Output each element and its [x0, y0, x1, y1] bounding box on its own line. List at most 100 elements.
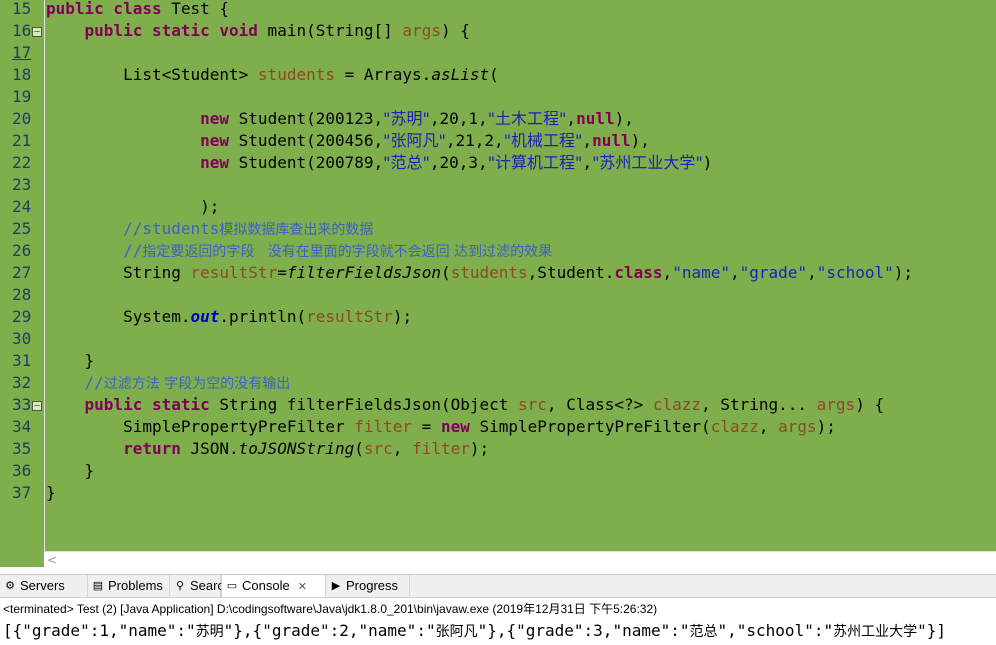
line-number: 16	[12, 21, 32, 40]
code-token: //	[123, 241, 143, 260]
code-editor[interactable]: 15public class Test {16 public static vo…	[0, 0, 996, 551]
code-line[interactable]: 37}	[0, 482, 996, 504]
code-token: "苏明"	[383, 109, 430, 128]
code-line[interactable]: 28	[0, 284, 996, 306]
code-line[interactable]: 24 );	[0, 196, 996, 218]
code-token: ) {	[440, 21, 470, 40]
code-token: toJSONString	[238, 439, 355, 458]
code-token: filterFieldsJson	[286, 263, 441, 282]
code-token: , String...	[701, 395, 817, 414]
code-line[interactable]: 25 //students模拟数据库查出来的数据	[0, 218, 996, 240]
code-token: System.	[46, 307, 191, 326]
code-token: new	[200, 131, 230, 150]
code-token: "张阿凡"	[383, 131, 446, 150]
code-line[interactable]: 22 new Student(200789,"范总",20,3,"计算机工程",…	[0, 152, 996, 174]
code-token: students	[257, 65, 335, 84]
code-line[interactable]: 19	[0, 86, 996, 108]
code-text: public static String filterFieldsJson(Ob…	[46, 394, 885, 416]
fold-collapse-icon[interactable]	[32, 401, 42, 411]
code-token: ,	[807, 263, 817, 282]
code-token: JSON.	[180, 439, 239, 458]
code-text: String resultStr=filterFieldsJson(studen…	[46, 262, 913, 284]
code-token: ,	[582, 131, 593, 150]
console-output[interactable]: [{"grade":1,"name":"苏明"},{"grade":2,"nam…	[3, 620, 946, 642]
servers-icon: ⚙	[5, 580, 15, 592]
code-line[interactable]: 32 //过滤方法 字段为空的没有输出	[0, 372, 996, 394]
code-token: List<Student>	[46, 65, 258, 84]
code-text: List<Student> students = Arrays.asList(	[46, 64, 499, 86]
tab-console[interactable]: ▭ Console ✕	[221, 575, 326, 597]
scroll-left-icon[interactable]: <	[46, 552, 58, 568]
code-token: Student(200123,	[229, 109, 384, 128]
code-line[interactable]: 15 public class Test {	[0, 0, 996, 20]
code-line[interactable]: 17	[0, 42, 996, 64]
line-number: 15	[12, 0, 32, 18]
code-text: return JSON.toJSONString(src, filter);	[46, 438, 489, 460]
code-token: ,	[582, 153, 593, 172]
code-token: String	[46, 263, 191, 282]
code-token: new	[200, 153, 230, 172]
code-line[interactable]: 33 public static String filterFieldsJson…	[0, 394, 996, 416]
code-token: );	[893, 263, 914, 282]
code-line[interactable]: 26 //指定要返回的字段 没有在里面的字段就不会返回 达到过滤的效果	[0, 240, 996, 262]
code-token: public static	[84, 395, 210, 414]
line-number: 25	[12, 219, 32, 238]
code-line[interactable]: 16 public static void main(String[] args…	[0, 20, 996, 42]
tab-search[interactable]: ⚲ Search	[170, 575, 231, 597]
code-token: args	[402, 21, 441, 40]
code-text: System.out.println(resultStr);	[46, 306, 412, 328]
line-number: 18	[12, 65, 32, 84]
line-number: 31	[12, 351, 32, 370]
ruler-bottom	[0, 551, 44, 567]
code-token: ,	[758, 417, 779, 436]
line-number: 24	[12, 197, 32, 216]
code-token: students	[450, 263, 528, 282]
code-token: resultStr	[190, 263, 278, 282]
line-number: 19	[12, 87, 32, 106]
code-line[interactable]: 36 }	[0, 460, 996, 482]
code-token: ,	[392, 439, 413, 458]
line-number: 21	[12, 131, 32, 150]
code-token: .println(	[219, 307, 307, 326]
horizontal-scrollbar[interactable]: <	[44, 551, 996, 568]
code-line[interactable]: 23	[0, 174, 996, 196]
code-token: new	[440, 417, 470, 436]
code-token: ,Student.	[527, 263, 615, 282]
code-text: //指定要返回的字段 没有在里面的字段就不会返回 达到过滤的效果	[46, 240, 552, 263]
code-line[interactable]: 29 System.out.println(resultStr);	[0, 306, 996, 328]
code-token: null	[576, 109, 615, 128]
line-number: 34	[12, 417, 32, 436]
code-line[interactable]: 35 return JSON.toJSONString(src, filter)…	[0, 438, 996, 460]
fold-collapse-icon[interactable]	[32, 27, 42, 37]
code-token: "土木工程"	[487, 109, 567, 128]
code-token: src	[518, 395, 547, 414]
code-token: "grade"	[739, 263, 808, 282]
code-line[interactable]: 34 SimplePropertyPreFilter filter = new …	[0, 416, 996, 438]
tab-servers[interactable]: ⚙ Servers	[0, 575, 88, 597]
code-line[interactable]: 20 new Student(200123,"苏明",20,1,"土木工程",n…	[0, 108, 996, 130]
code-token: "计算机工程"	[487, 153, 583, 172]
code-line[interactable]: 31 }	[0, 350, 996, 372]
tab-label: Progress	[346, 578, 399, 593]
console-panel: ⚙ Servers ▤ Problems ⚲ Search ▭ Console ✕ ▶ Progre…	[0, 574, 996, 645]
code-token: filter	[354, 417, 413, 436]
code-line[interactable]: 30	[0, 328, 996, 350]
code-line[interactable]: 21 new Student(200456,"张阿凡",21,2,"机械工程",…	[0, 130, 996, 152]
close-icon[interactable]: ✕	[298, 581, 307, 593]
code-token: ,20,3,	[429, 153, 488, 172]
tab-problems[interactable]: ▤ Problems	[88, 575, 170, 597]
line-number: 32	[12, 373, 32, 392]
code-token: "机械工程"	[503, 131, 583, 150]
output-text: ","school":"	[717, 621, 834, 640]
code-text: }	[46, 460, 95, 482]
tab-label: Problems	[108, 578, 163, 593]
output-text: "},{"grade":3,"name":"	[477, 621, 690, 640]
code-line[interactable]: 27 String resultStr=filterFieldsJson(stu…	[0, 262, 996, 284]
output-text: "}]	[917, 621, 946, 640]
code-line[interactable]: 18 List<Student> students = Arrays.asLis…	[0, 64, 996, 86]
tab-progress[interactable]: ▶ Progress	[326, 575, 410, 597]
code-token: //	[84, 373, 104, 392]
